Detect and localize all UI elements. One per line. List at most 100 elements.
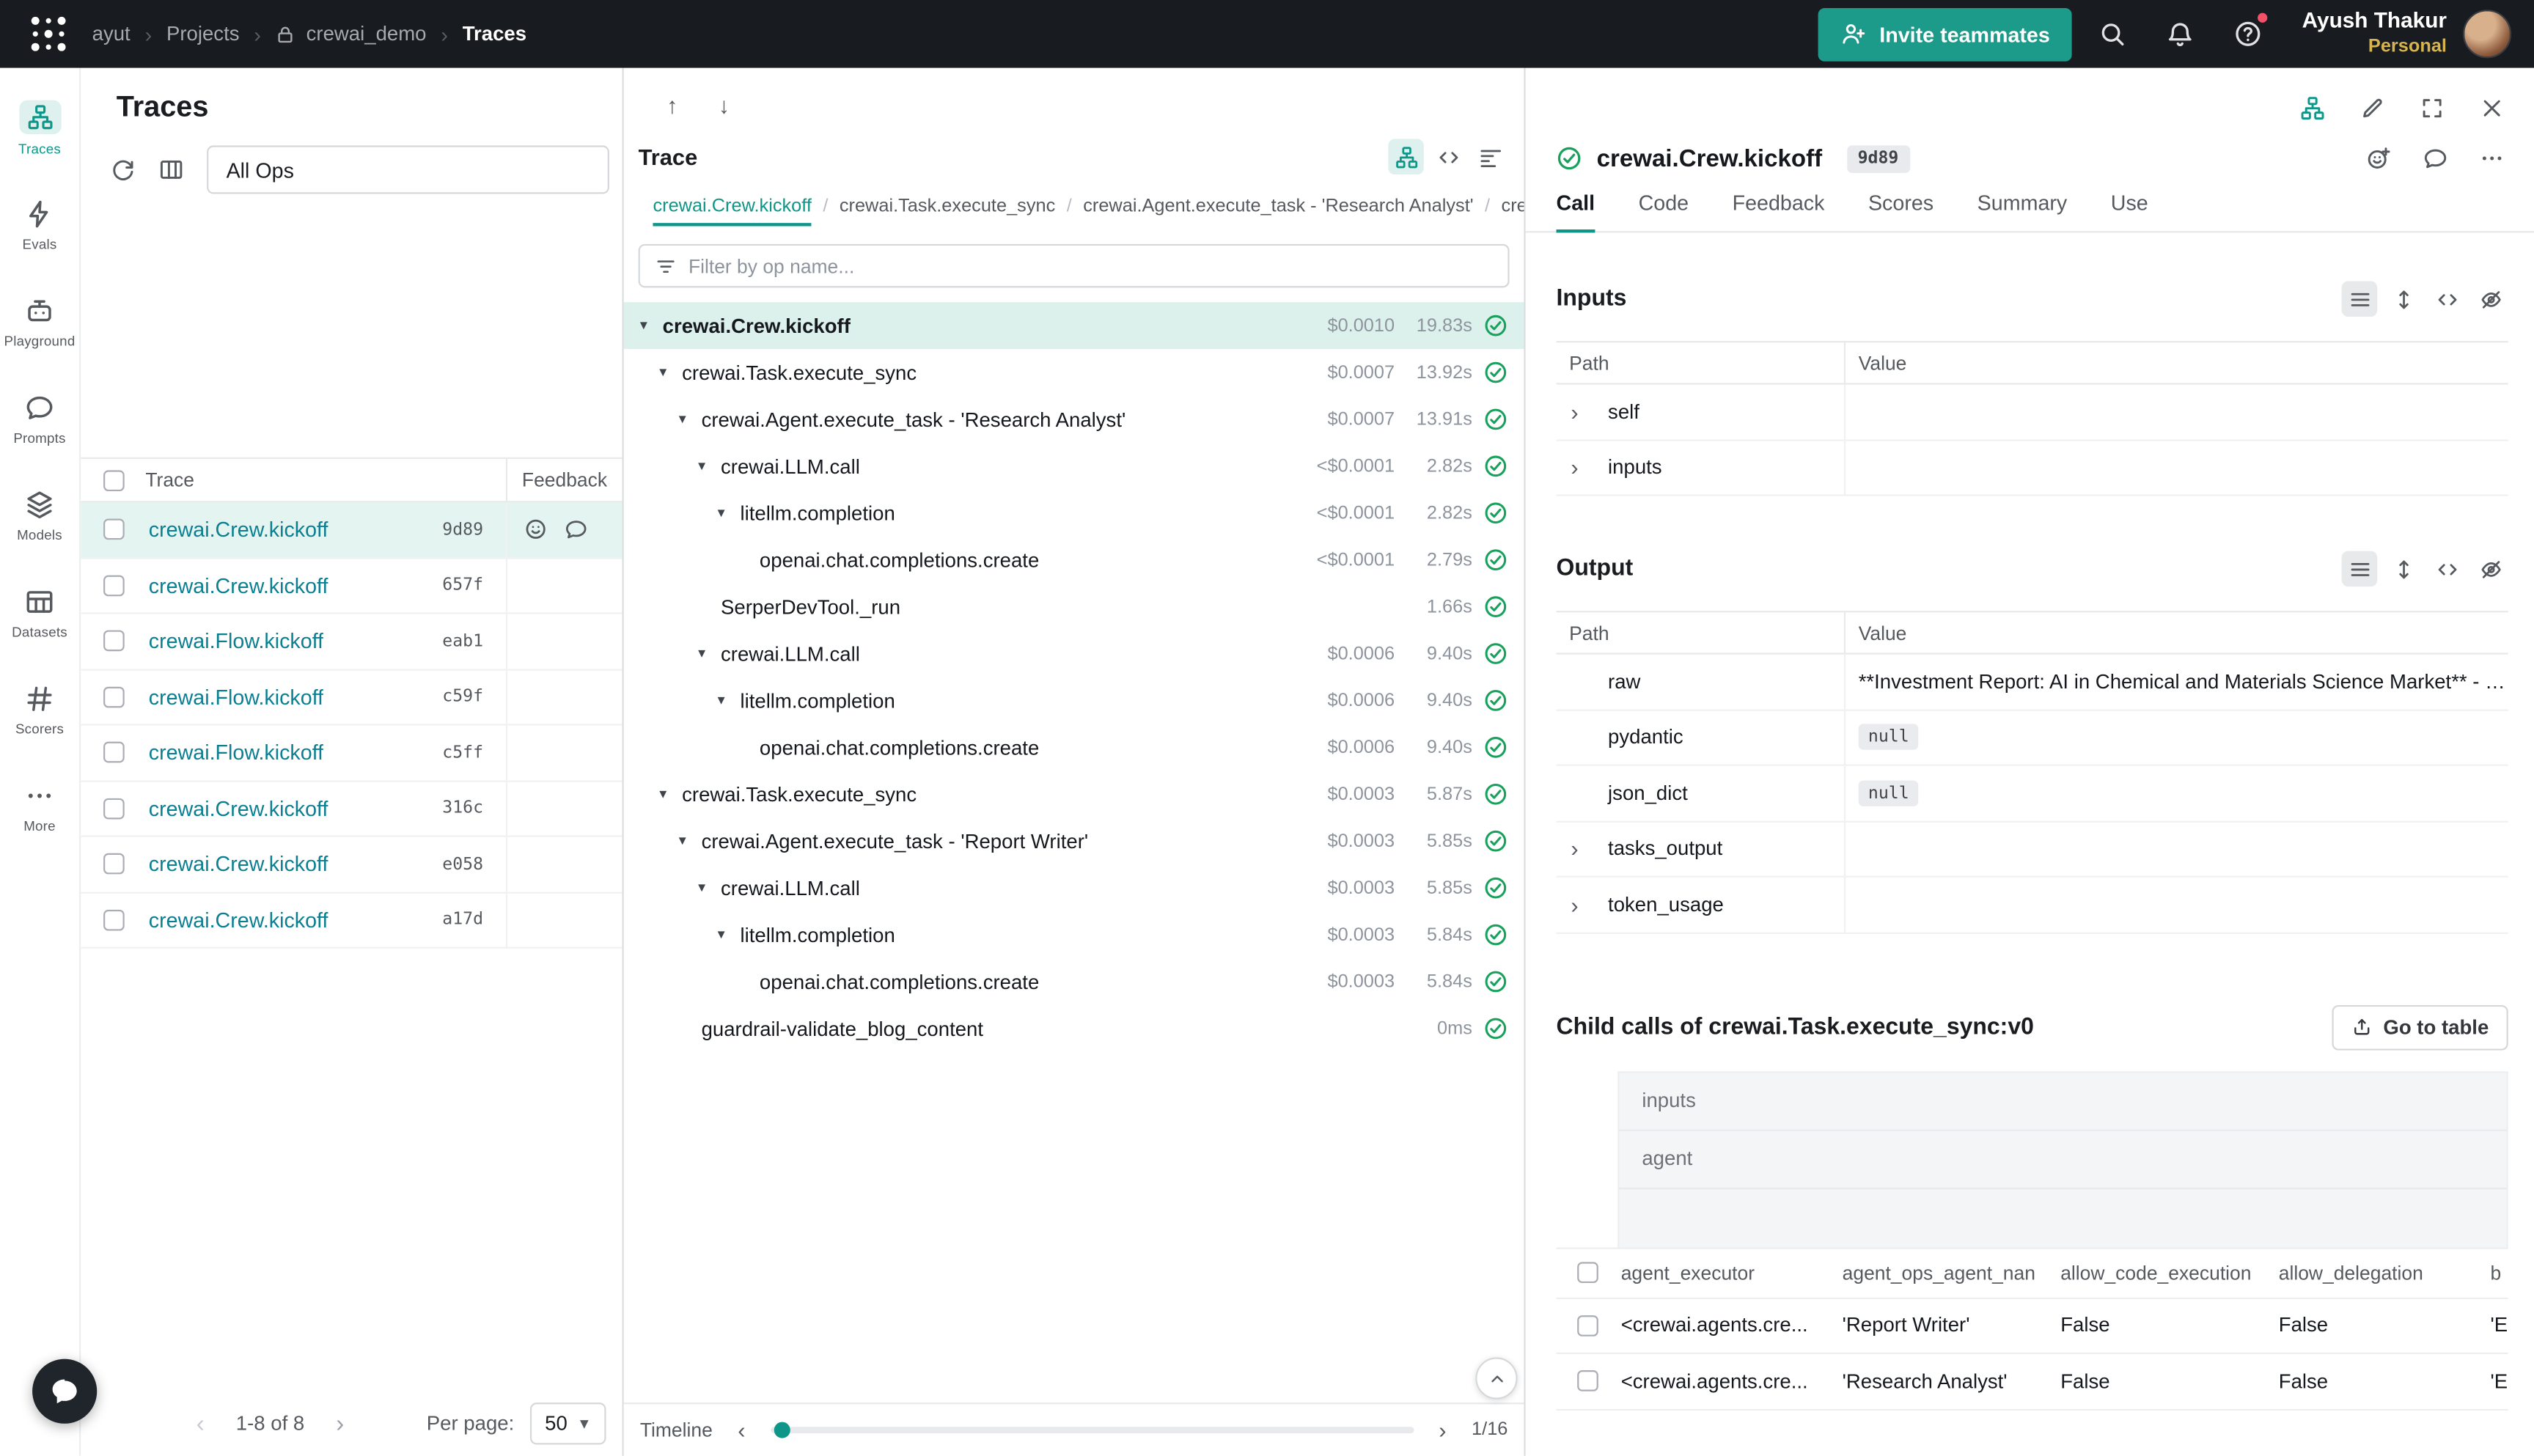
data-row[interactable]: pydanticnull xyxy=(1557,710,2508,766)
trace-tree-row[interactable]: openai.chat.completions.create<$0.00012.… xyxy=(624,537,1524,584)
trace-op-link[interactable]: crewai.Crew.kickoff xyxy=(149,852,328,876)
row-checkbox[interactable] xyxy=(103,742,124,763)
op-filter-input[interactable] xyxy=(688,254,1494,277)
sidebar-item-playground[interactable]: Playground xyxy=(1,282,78,364)
trace-breadcrumb-tab[interactable]: crewai.Crew.kickoff xyxy=(653,197,811,227)
trace-row[interactable]: crewai.Crew.kickoffa17d xyxy=(81,893,622,949)
trace-tree-row[interactable]: openai.chat.completions.create$0.00069.4… xyxy=(624,724,1524,771)
data-row[interactable]: raw**Investment Report: AI in Chemical a… xyxy=(1557,655,2508,710)
fullscreen-button[interactable] xyxy=(2416,92,2448,124)
trace-op-link[interactable]: crewai.Crew.kickoff xyxy=(149,908,328,932)
chevron-right-icon[interactable]: › xyxy=(1557,400,1609,423)
sidebar-item-more[interactable]: More xyxy=(1,766,78,848)
trace-row[interactable]: crewai.Crew.kickoffe058 xyxy=(81,837,622,893)
trace-tree-row[interactable]: ▾crewai.Task.execute_sync$0.000713.92s xyxy=(624,349,1524,396)
per-page-select[interactable]: 50 ▼ xyxy=(530,1402,606,1444)
tab-use[interactable]: Use xyxy=(2111,191,2148,231)
row-checkbox[interactable] xyxy=(103,575,124,596)
manage-columns-button[interactable] xyxy=(149,147,194,193)
caret-down-icon[interactable]: ▾ xyxy=(679,411,702,428)
tab-scores[interactable]: Scores xyxy=(1868,191,1933,231)
next-trace-button[interactable]: ↓ xyxy=(710,90,739,120)
caret-down-icon[interactable]: ▾ xyxy=(698,644,721,662)
hide-button[interactable] xyxy=(2472,551,2508,587)
data-row[interactable]: ›token_usage xyxy=(1557,878,2508,933)
sidebar-item-traces[interactable]: Traces xyxy=(1,87,78,169)
column-header[interactable]: allow_code_execution xyxy=(2057,1261,2276,1284)
data-row[interactable]: ›tasks_output xyxy=(1557,822,2508,878)
data-row[interactable]: ›self xyxy=(1557,385,2508,441)
trace-tree-row[interactable]: openai.chat.completions.create$0.00035.8… xyxy=(624,958,1524,1005)
caret-down-icon[interactable]: ▾ xyxy=(718,504,741,522)
trace-row[interactable]: crewai.Crew.kickoff9d89 xyxy=(81,502,622,558)
trace-breadcrumb-tab[interactable]: crewai.Agent.execute_task - 'Research An… xyxy=(1083,197,1473,227)
row-checkbox[interactable] xyxy=(103,853,124,875)
prev-trace-button[interactable]: ↑ xyxy=(658,90,687,120)
search-button[interactable] xyxy=(2085,7,2140,62)
go-to-table-button[interactable]: Go to table xyxy=(2332,1004,2508,1050)
sidebar-item-datasets[interactable]: Datasets xyxy=(1,572,78,654)
sidebar-item-evals[interactable]: Evals xyxy=(1,184,78,266)
trace-op-link[interactable]: crewai.Flow.kickoff xyxy=(149,629,323,653)
trace-op-link[interactable]: crewai.Crew.kickoff xyxy=(149,796,328,820)
column-header[interactable]: allow_delegation xyxy=(2275,1261,2487,1284)
edit-button[interactable] xyxy=(2357,92,2389,124)
sidebar-item-models[interactable]: Models xyxy=(1,475,78,557)
row-checkbox[interactable] xyxy=(1576,1315,1598,1336)
chevron-right-icon[interactable]: › xyxy=(1557,456,1609,479)
trace-tree-row[interactable]: ▾crewai.LLM.call$0.00035.85s xyxy=(624,864,1524,911)
tab-call[interactable]: Call xyxy=(1557,191,1595,232)
user-menu[interactable]: Ayush Thakur Personal xyxy=(2302,9,2511,59)
trace-op-link[interactable]: crewai.Crew.kickoff xyxy=(149,518,328,542)
add-reaction-button[interactable] xyxy=(2362,142,2395,174)
table-row[interactable]: <crewai.agents.cre...'Research Analyst'F… xyxy=(1557,1354,2508,1410)
help-button[interactable] xyxy=(2221,7,2276,62)
caret-down-icon[interactable]: ▾ xyxy=(718,926,741,944)
trace-breadcrumb-tab[interactable]: crewai.LLM.call xyxy=(1502,197,1524,227)
trace-op-link[interactable]: crewai.Flow.kickoff xyxy=(149,740,323,765)
row-checkbox[interactable] xyxy=(103,686,124,707)
trace-column-header[interactable]: Trace xyxy=(145,468,506,491)
trace-tree-row[interactable]: guardrail-validate_blog_content0ms xyxy=(624,1005,1524,1052)
trace-tree-row[interactable]: ▾crewai.LLM.call<$0.00012.82s xyxy=(624,443,1524,490)
expand-values-button[interactable] xyxy=(2385,551,2420,587)
chevron-right-icon[interactable]: › xyxy=(1557,893,1609,916)
trace-op-link[interactable]: crewai.Flow.kickoff xyxy=(149,685,323,709)
sidebar-item-prompts[interactable]: Prompts xyxy=(1,378,78,460)
timeline-prev-button[interactable]: ‹ xyxy=(727,1416,757,1445)
chat-launcher[interactable] xyxy=(32,1359,97,1424)
column-header[interactable]: b xyxy=(2487,1261,2508,1284)
caret-down-icon[interactable]: ▾ xyxy=(640,317,663,334)
trace-tree-row[interactable]: ▾crewai.Agent.execute_task - 'Report Wri… xyxy=(624,817,1524,864)
caret-down-icon[interactable]: ▾ xyxy=(659,785,682,803)
timeline-slider[interactable] xyxy=(771,1427,1414,1433)
refresh-button[interactable] xyxy=(100,147,146,193)
timeline-handle[interactable] xyxy=(774,1422,790,1438)
sidebar-item-scorers[interactable]: Scorers xyxy=(1,669,78,751)
collapse-timeline-button[interactable] xyxy=(1475,1357,1517,1399)
tree-view-button[interactable] xyxy=(1388,139,1423,174)
reaction-button[interactable] xyxy=(522,517,548,543)
row-checkbox[interactable] xyxy=(103,630,124,652)
trace-row[interactable]: crewai.Crew.kickoff316c xyxy=(81,782,622,837)
timeline-next-button[interactable]: › xyxy=(1428,1416,1458,1445)
side-panel-button[interactable] xyxy=(2296,92,2329,124)
trace-row[interactable]: crewai.Flow.kickoffeab1 xyxy=(81,614,622,670)
comment-button[interactable] xyxy=(2420,142,2452,174)
chevron-right-icon[interactable]: › xyxy=(1557,837,1609,860)
select-all-checkbox[interactable] xyxy=(103,469,124,490)
trace-row[interactable]: crewai.Flow.kickoffc59f xyxy=(81,670,622,726)
ops-filter-dropdown[interactable]: All Ops xyxy=(207,145,609,194)
trace-row[interactable]: crewai.Flow.kickoffc5ff xyxy=(81,726,622,782)
rows-button[interactable] xyxy=(2342,551,2377,587)
code-button[interactable] xyxy=(2429,551,2464,587)
more-button[interactable] xyxy=(2476,142,2508,174)
hide-button[interactable] xyxy=(2472,282,2508,317)
close-button[interactable] xyxy=(2476,92,2508,124)
trace-tree-row[interactable]: ▾crewai.LLM.call$0.00069.40s xyxy=(624,630,1524,677)
tab-code[interactable]: Code xyxy=(1639,191,1689,231)
breadcrumb-project[interactable]: crewai_demo xyxy=(306,23,427,45)
tab-summary[interactable]: Summary xyxy=(1977,191,2068,231)
call-id-badge[interactable]: 9d89 xyxy=(1846,144,1910,172)
table-row[interactable]: <crewai.agents.cre...'Report Writer'Fals… xyxy=(1557,1298,2508,1354)
